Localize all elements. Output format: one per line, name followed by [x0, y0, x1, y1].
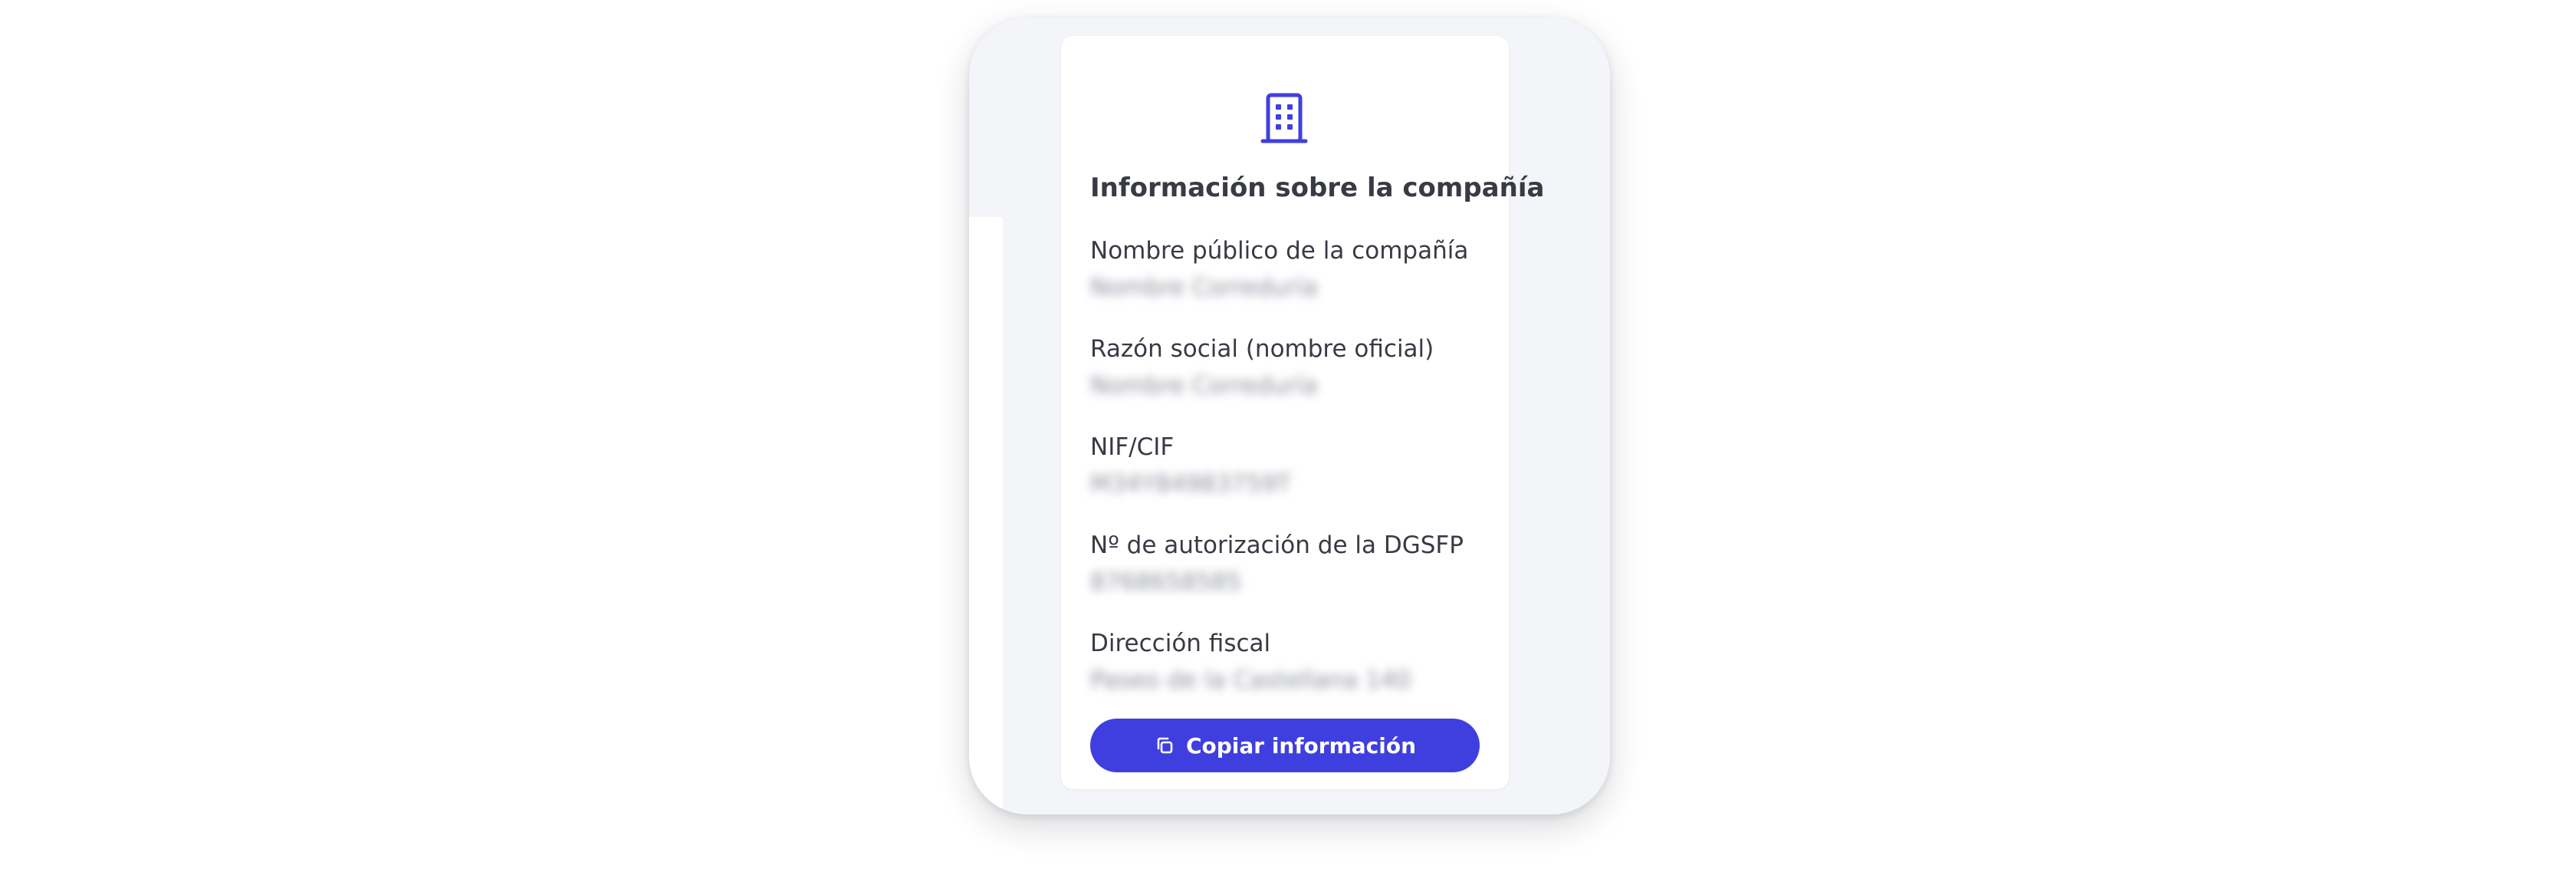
field-label: Nombre público de la compañía [1090, 237, 1469, 265]
card-title: Información sobre la compañía [1090, 173, 1545, 203]
field-legal-name: Razón social (nombre oficial) Nombre Cor… [1090, 334, 1489, 401]
field-label: Nº de autorización de la DGSFP [1090, 531, 1464, 559]
building-icon [1257, 91, 1311, 145]
copy-icon [1157, 737, 1173, 754]
field-value: Nombre Correduría [1090, 274, 1318, 301]
copy-button-label: Copiar información [1185, 732, 1417, 758]
field-dgsfp-number: Nº de autorización de la DGSFP 876865858… [1090, 530, 1489, 597]
field-value: Paseo de la Castellana 140 [1090, 666, 1411, 694]
copy-info-button[interactable]: Copiar información [1090, 719, 1480, 772]
field-label: Razón social (nombre oficial) [1090, 335, 1434, 363]
field-label: NIF/CIF [1090, 433, 1175, 461]
field-tax-id: NIF/CIF M34Y84983759T [1090, 432, 1489, 499]
field-value: M34Y84983759T [1090, 470, 1291, 498]
field-label: Dirección fiscal [1090, 630, 1271, 657]
phone-frame: Información sobre la compañía Nombre púb… [969, 18, 1610, 814]
company-info-card: Información sobre la compañía Nombre púb… [1061, 36, 1545, 789]
field-public-name: Nombre público de la compañía Nombre Cor… [1090, 235, 1489, 303]
field-value: Nombre Correduría [1090, 372, 1318, 400]
background-panel [969, 217, 1003, 814]
field-fiscal-address: Dirección fiscal Paseo de la Castellana … [1090, 628, 1489, 696]
field-value: 8768658585 [1090, 568, 1242, 596]
